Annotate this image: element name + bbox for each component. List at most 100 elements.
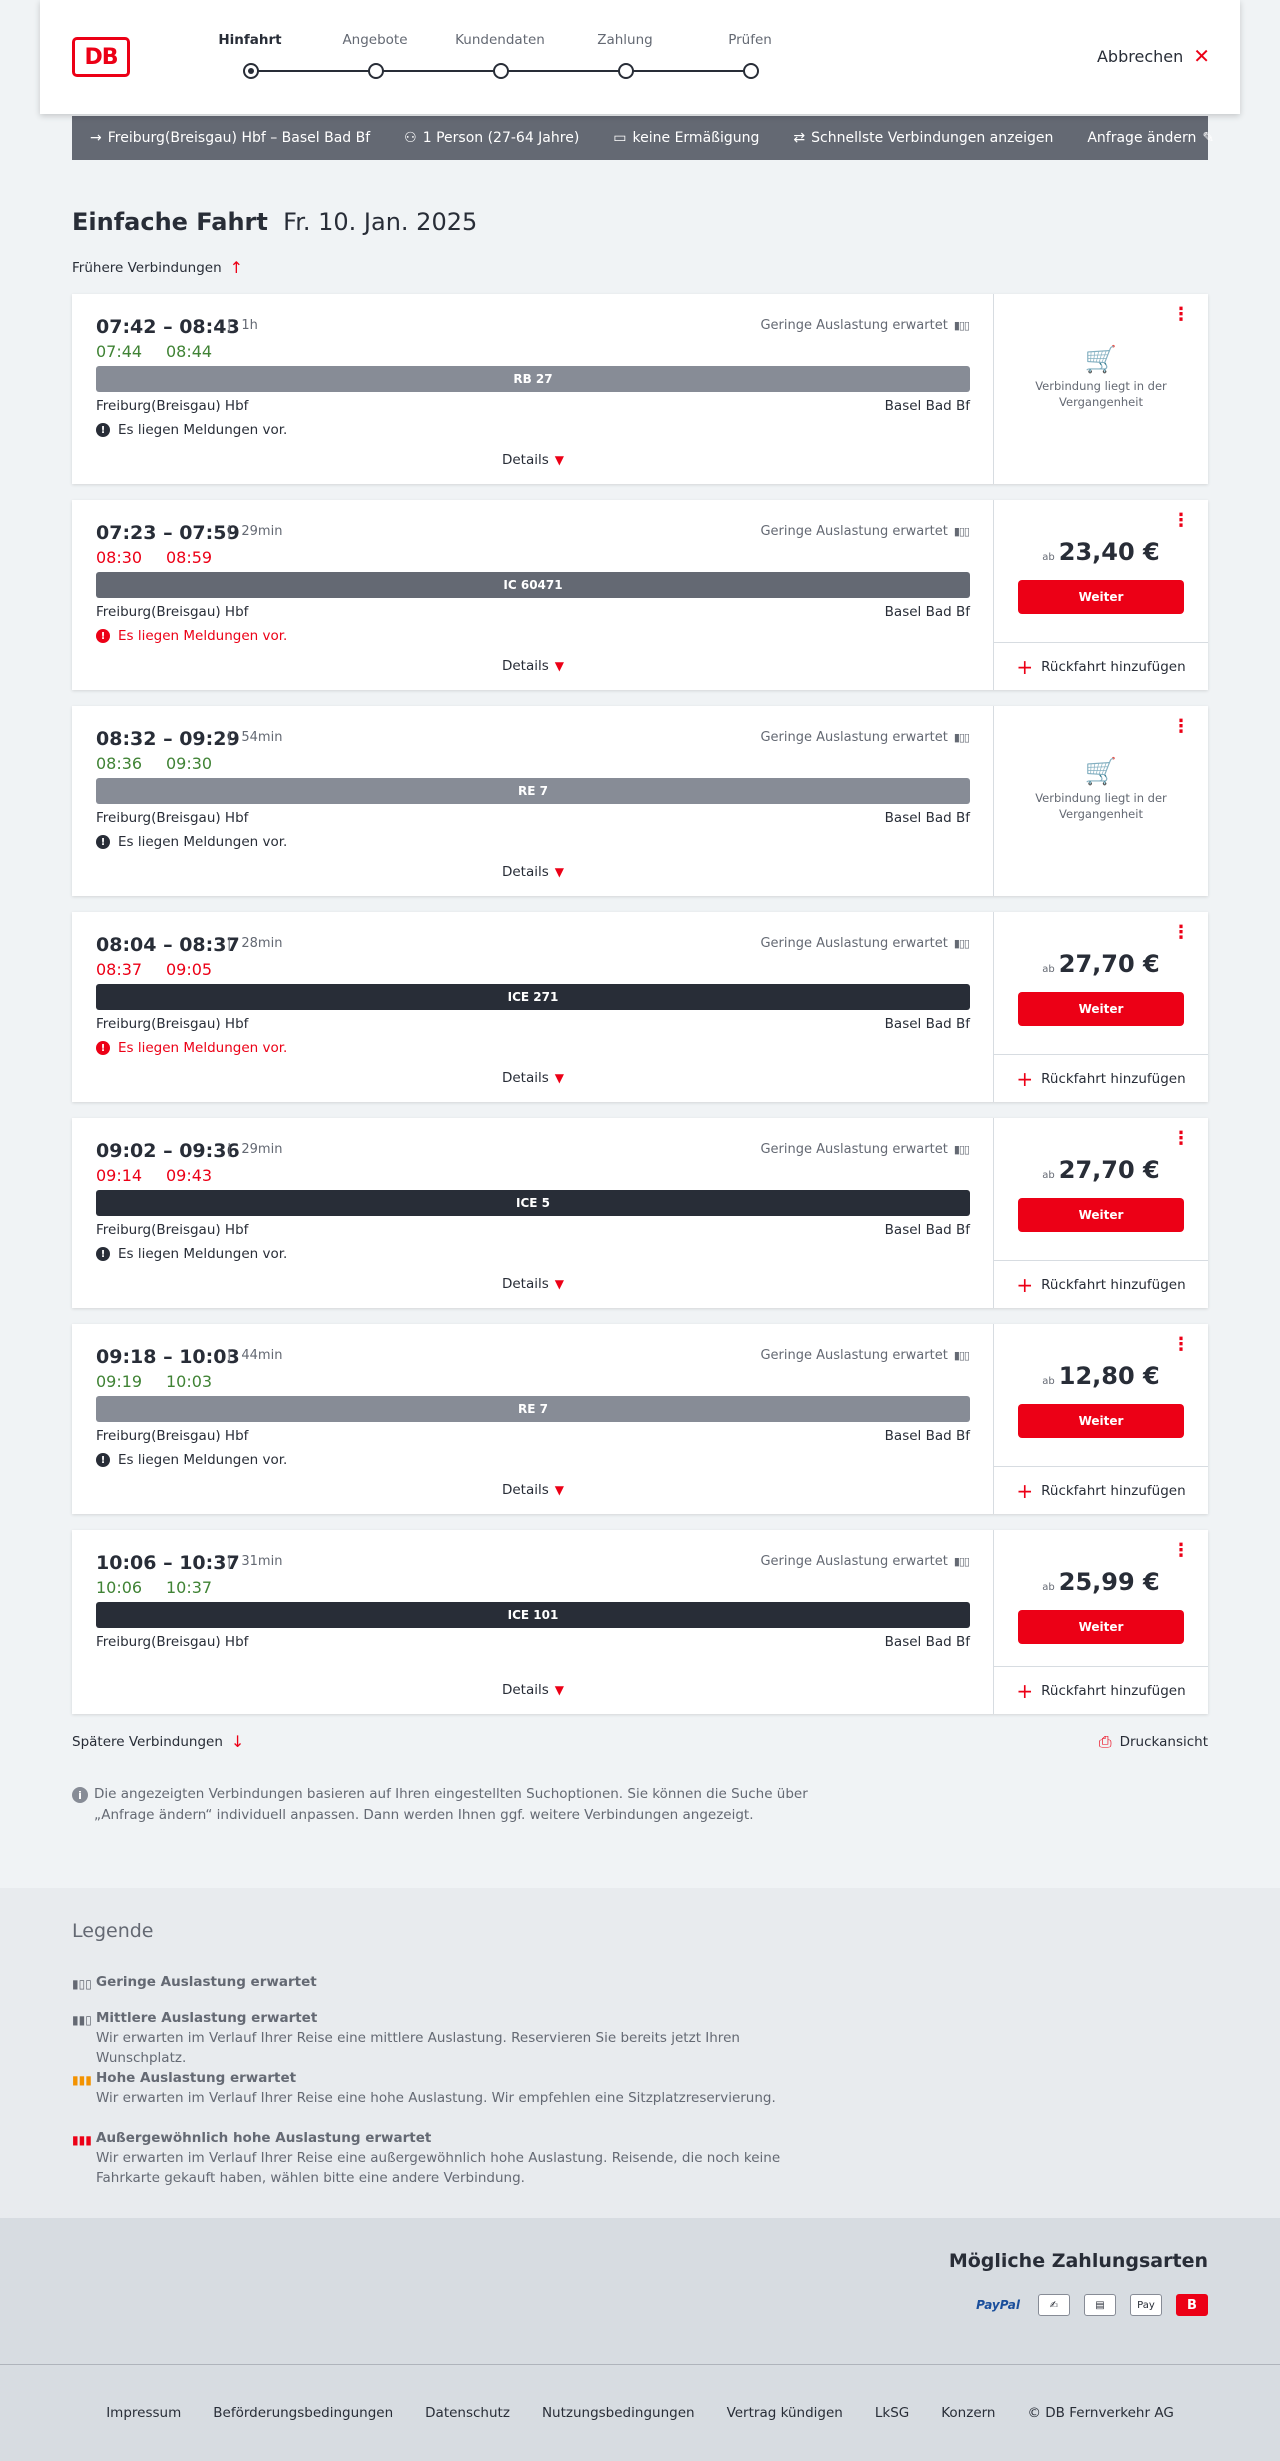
duration: 29min [227, 524, 282, 539]
price: ab 27,70 € [994, 1156, 1208, 1184]
later-connections-link[interactable]: Spätere Verbindungen ↓ [72, 1732, 244, 1751]
connection-main: 08:32 – 09:2954min 08:36 09:30 Geringe Ausl… [72, 706, 994, 896]
realtime-departure: 09:19 [96, 1372, 143, 1391]
weiter-button[interactable]: Weiter [1018, 580, 1184, 614]
cancel-label: Abbrechen [1096, 46, 1184, 66]
train-bar[interactable]: RE 7 [96, 778, 970, 804]
details-toggle[interactable]: Details ▼ [72, 1682, 994, 1698]
print-view-link[interactable]: ⎙ Druckansicht [1099, 1732, 1208, 1752]
print-label: Druckansicht [1119, 1734, 1208, 1750]
footer-link-impressum[interactable]: Impressum [106, 2405, 181, 2421]
details-toggle[interactable]: Details ▼ [72, 658, 994, 674]
legend-item-title: Mittlere Auslastung erwartet [96, 2010, 318, 2026]
stations: Freiburg(Breisgau) Hbf Basel Bad Bf [96, 1428, 970, 1444]
more-options-icon[interactable]: ⋮ [1172, 512, 1190, 530]
details-toggle[interactable]: Details ▼ [72, 1276, 994, 1292]
price: ab 23,40 € [994, 538, 1208, 566]
more-options-icon[interactable]: ⋮ [1172, 1130, 1190, 1148]
footer-link-nutzungsbedingungen[interactable]: Nutzungsbedingungen [542, 2405, 695, 2421]
more-options-icon[interactable]: ⋮ [1172, 924, 1190, 942]
details-toggle[interactable]: Details ▼ [72, 1482, 994, 1498]
add-return-button[interactable]: + Rückfahrt hinzufügen [994, 1260, 1208, 1308]
more-options-icon[interactable]: ⋮ [1172, 718, 1190, 736]
scheduled-times: 08:32 – 09:29 [96, 728, 240, 750]
footer-link-lksg[interactable]: LkSG [875, 2405, 909, 2421]
close-icon: ✕ [1193, 44, 1210, 68]
add-return-button[interactable]: + Rückfahrt hinzufügen [994, 642, 1208, 690]
footer-link-befoerderungsbedingungen[interactable]: Beförderungsbedingungen [213, 2405, 393, 2421]
details-toggle[interactable]: Details ▼ [72, 864, 994, 880]
connection-card: 07:42 – 08:431h 07:44 08:44 Geringe Auslast… [72, 294, 1208, 484]
cancel-button[interactable]: Abbrechen ✕ [1097, 46, 1210, 66]
step-dot [743, 63, 759, 79]
arrow-down-icon: ↓ [230, 1732, 245, 1751]
realtime-arrival: 10:37 [166, 1578, 213, 1597]
step-hinfahrt: Hinfahrt [200, 32, 300, 79]
offer-panel: ⋮ ab 23,40 € Weiter + Rückfahrt hinzufügen [994, 500, 1208, 690]
discount-summary: ▭ keine Ermäßigung [613, 130, 759, 146]
legend-item-desc: Wir erwarten im Verlauf Ihrer Reise eine… [96, 2150, 781, 2186]
train-bar[interactable]: RB 27 [96, 366, 970, 392]
scheduled-times: 09:18 – 10:03 [96, 1346, 240, 1368]
db-logo[interactable]: DB [72, 37, 130, 77]
step-dot [368, 63, 384, 79]
passenger-text: 1 Person (27-64 Jahre) [422, 130, 580, 146]
connection-card: 09:18 – 10:0344min 09:19 10:03 Geringe Ausl… [72, 1324, 1208, 1514]
earlier-connections-link[interactable]: Frühere Verbindungen ↑ [72, 258, 243, 277]
footer-link-datenschutz[interactable]: Datenschutz [425, 2405, 510, 2421]
footer-link-vertrag-kuendigen[interactable]: Vertrag kündigen [727, 2405, 843, 2421]
realtime-arrival: 08:44 [166, 342, 213, 361]
train-bar[interactable]: ICE 271 [96, 984, 970, 1010]
realtime-departure: 07:44 [96, 342, 143, 361]
scheduled-times: 07:42 – 08:43 [96, 316, 240, 338]
add-return-button[interactable]: + Rückfahrt hinzufügen [994, 1054, 1208, 1102]
step-angebote: Angebote [325, 32, 425, 79]
add-return-button[interactable]: + Rückfahrt hinzufügen [994, 1466, 1208, 1514]
more-options-icon[interactable]: ⋮ [1172, 1336, 1190, 1354]
more-options-icon[interactable]: ⋮ [1172, 306, 1190, 324]
train-bar[interactable]: ICE 101 [96, 1602, 970, 1628]
step-zahlung: Zahlung [575, 32, 675, 79]
details-label: Details [501, 1682, 549, 1698]
details-label: Details [501, 658, 549, 674]
details-toggle[interactable]: Details ▼ [72, 1070, 994, 1086]
connection-card: 09:02 – 09:3629min 09:14 09:43 Geringe Ausl… [72, 1118, 1208, 1308]
plus-icon: + [1016, 1678, 1034, 1703]
occupancy-low-icon: ▮▯▯ [953, 731, 970, 744]
weiter-button[interactable]: Weiter [1018, 1404, 1184, 1438]
destination-station: Basel Bad Bf [884, 398, 970, 414]
weiter-button[interactable]: Weiter [1018, 992, 1184, 1026]
occupancy-indicator: Geringe Auslastung erwartet ▮▯▯ [760, 1554, 970, 1569]
train-bar[interactable]: ICE 5 [96, 1190, 970, 1216]
db-pay-icon: B [1176, 2294, 1208, 2316]
details-label: Details [501, 1276, 549, 1292]
return-label: Rückfahrt hinzufügen [1041, 1276, 1186, 1293]
more-options-icon[interactable]: ⋮ [1172, 1542, 1190, 1560]
details-toggle[interactable]: Details ▼ [72, 452, 994, 468]
price-value: 23,40 € [1058, 538, 1160, 566]
offer-panel: ⋮ 🛒 Verbindung liegt in der Vergangenheit [994, 706, 1208, 896]
footer-link-konzern[interactable]: Konzern [941, 2405, 995, 2421]
add-return-button[interactable]: + Rückfahrt hinzufügen [994, 1666, 1208, 1714]
plus-icon: + [1016, 654, 1034, 679]
weiter-button[interactable]: Weiter [1018, 1198, 1184, 1232]
step-label: Kundendaten [455, 32, 545, 48]
occupancy-text: Geringe Auslastung erwartet [760, 1348, 948, 1363]
occupancy-low-icon: ▮▯▯ [953, 1143, 970, 1156]
change-request-button[interactable]: Anfrage ändern ✎ [1087, 130, 1214, 146]
price: ab 25,99 € [994, 1568, 1208, 1596]
connection-main: 09:02 – 09:3629min 09:14 09:43 Geringe Ausl… [72, 1118, 994, 1308]
occupancy-low-icon: ▮▯▯ [953, 1555, 970, 1568]
duration: 31min [227, 1554, 282, 1569]
train-bar[interactable]: RE 7 [96, 1396, 970, 1422]
duration: 44min [227, 1348, 282, 1363]
print-icon: ⎙ [1098, 1732, 1112, 1751]
weiter-button[interactable]: Weiter [1018, 1610, 1184, 1644]
legend-item-title: Außergewöhnlich hohe Auslastung erwartet [96, 2130, 432, 2146]
connection-main: 07:42 – 08:431h 07:44 08:44 Geringe Auslast… [72, 294, 994, 484]
realtime-arrival: 09:05 [166, 960, 213, 979]
train-bar[interactable]: IC 60471 [96, 572, 970, 598]
destination-station: Basel Bad Bf [884, 1016, 970, 1032]
payment-section: Mögliche Zahlungsarten PayPal ✍ ▤ Pay B [0, 2218, 1280, 2364]
offer-panel: ⋮ ab 12,80 € Weiter + Rückfahrt hinzufügen [994, 1324, 1208, 1514]
